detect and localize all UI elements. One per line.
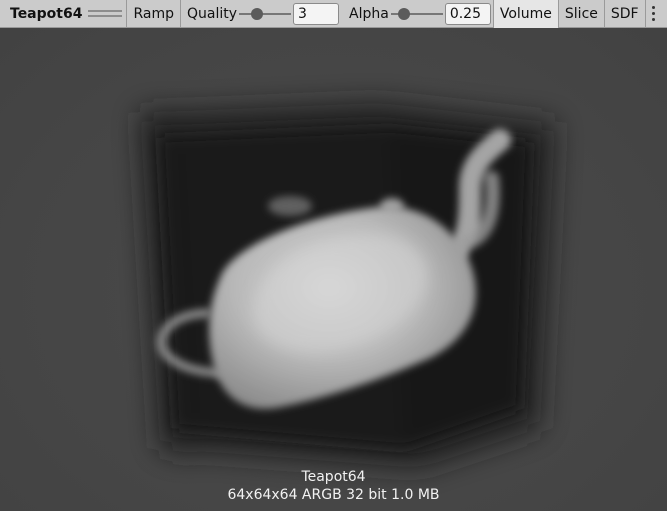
drag-handle-icon[interactable] — [88, 10, 123, 17]
quality-slider-track — [239, 12, 292, 15]
quality-slider[interactable] — [239, 7, 292, 21]
asset-title-cell: Teapot64 — [0, 0, 128, 28]
preview-asset-name: Teapot64 — [301, 469, 366, 485]
ramp-toggle-button[interactable]: Ramp — [127, 0, 181, 28]
volume-mode-button[interactable]: Volume — [492, 0, 559, 28]
preview-texture-info: 64x64x64 ARGB 32 bit 1.0 MB — [227, 487, 440, 503]
sdf-mode-button[interactable]: SDF — [605, 0, 646, 28]
volume-preview-viewport[interactable]: Teapot64 64x64x64 ARGB 32 bit 1.0 MB — [0, 28, 667, 511]
preview-caption: Teapot64 64x64x64 ARGB 32 bit 1.0 MB — [0, 468, 667, 504]
alpha-slider-thumb[interactable] — [397, 7, 410, 20]
preview-toolbar: Teapot64 Ramp Quality 3 Alpha 0.25 Volum… — [0, 0, 667, 28]
quality-control: Quality 3 — [181, 0, 347, 28]
asset-title: Teapot64 — [10, 5, 83, 22]
alpha-control: Alpha 0.25 — [347, 0, 493, 28]
quality-slider-thumb[interactable] — [251, 7, 264, 20]
alpha-value-field[interactable]: 0.25 — [444, 2, 491, 25]
alpha-slider[interactable] — [390, 7, 443, 21]
quality-label: Quality — [186, 5, 238, 22]
alpha-label: Alpha — [349, 5, 389, 22]
texture3d-preview-window: Teapot64 Ramp Quality 3 Alpha 0.25 Volum… — [0, 0, 667, 511]
more-options-icon[interactable] — [646, 0, 662, 28]
teapot-volume-render — [140, 103, 555, 468]
slice-mode-button[interactable]: Slice — [559, 0, 605, 28]
quality-value-field[interactable]: 3 — [293, 2, 340, 25]
